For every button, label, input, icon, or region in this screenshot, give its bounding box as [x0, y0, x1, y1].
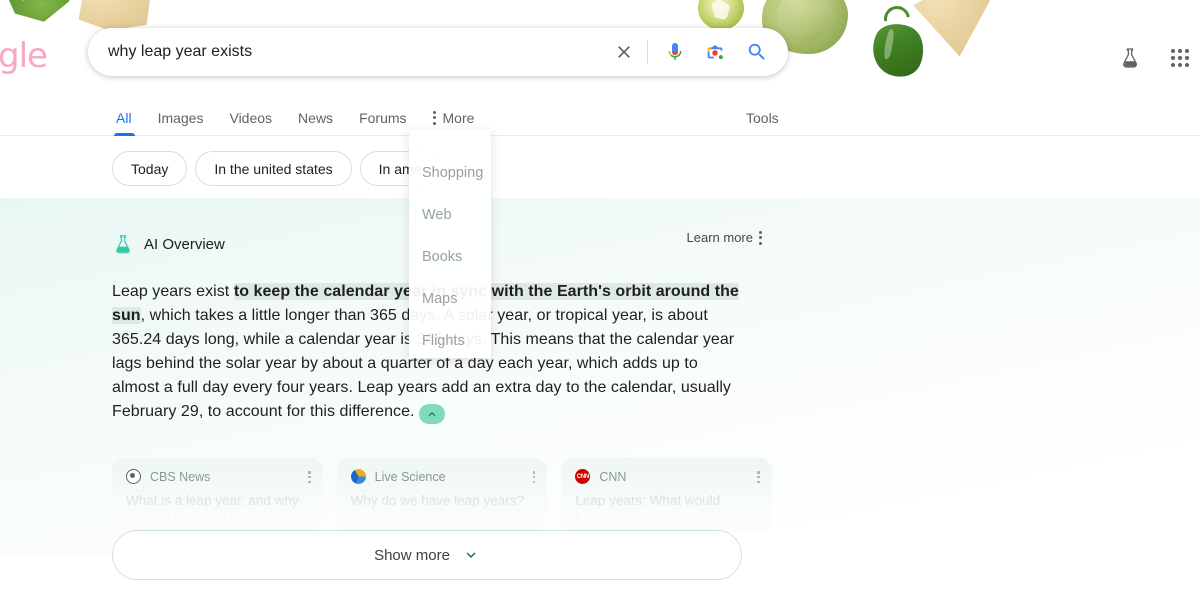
tab-videos-label: Videos — [229, 110, 272, 126]
tab-news[interactable]: News — [285, 99, 346, 136]
search-submit-icon[interactable] — [740, 35, 774, 69]
tools-button[interactable]: Tools — [738, 99, 787, 136]
search-nav-bar: All Images Videos News Forums More Tools — [0, 99, 1200, 136]
source-card-kebab-icon[interactable] — [757, 471, 760, 483]
menu-item-maps[interactable]: Maps — [409, 278, 491, 320]
filter-chip-united-states[interactable]: In the united states — [195, 151, 351, 186]
green-chili-icon — [866, 6, 928, 76]
clear-search-icon[interactable] — [607, 35, 641, 69]
ai-overview-actions: Learn more — [687, 230, 762, 245]
menu-item-label: Shopping — [422, 165, 483, 181]
source-card-header: CBS News — [126, 469, 309, 484]
source-card-name: CNN — [599, 470, 626, 484]
search-input[interactable] — [88, 30, 607, 74]
tab-forums-label: Forums — [359, 110, 406, 126]
tortilla-chip-icon — [900, 0, 994, 60]
tools-label: Tools — [746, 110, 779, 126]
collapse-ai-overview-button[interactable] — [419, 404, 445, 424]
menu-item-label: Web — [422, 207, 452, 223]
search-divider — [647, 40, 648, 64]
tab-news-label: News — [298, 110, 333, 126]
live-science-favicon-icon — [351, 469, 366, 484]
show-more-label: Show more — [374, 547, 450, 564]
filter-chip-label: In the united states — [214, 161, 332, 177]
chili-body — [864, 16, 932, 84]
menu-item-web[interactable]: Web — [409, 194, 491, 236]
source-card-header: CNN CNN — [575, 469, 758, 484]
apps-grid-dots — [1171, 49, 1189, 67]
tab-all-label: All — [116, 110, 132, 126]
google-lens-icon[interactable] — [698, 35, 732, 69]
menu-item-label: Books — [422, 249, 462, 265]
ai-text-segment-1: Leap years exist — [112, 283, 234, 300]
filter-chip-today[interactable]: Today — [112, 151, 187, 186]
tab-images[interactable]: Images — [145, 99, 217, 136]
source-card[interactable]: Live Science Why do we have leap years? … — [337, 458, 548, 532]
source-card[interactable]: CNN CNN Leap years: What would happen if… — [561, 458, 772, 532]
chevron-up-icon — [426, 408, 438, 420]
cnn-favicon-icon: CNN — [575, 469, 590, 484]
search-labs-icon[interactable] — [1110, 38, 1150, 78]
cbs-news-favicon-icon — [126, 469, 141, 484]
ai-overview-kebab-icon[interactable] — [759, 231, 762, 245]
learn-more-link[interactable]: Learn more — [687, 230, 753, 245]
tab-all[interactable]: All — [112, 99, 145, 136]
menu-item-label: Maps — [422, 291, 457, 307]
search-bar — [88, 28, 788, 76]
more-kebab-icon — [433, 111, 436, 125]
source-card-name: Live Science — [375, 470, 446, 484]
header-actions — [1110, 38, 1200, 78]
menu-item-flights[interactable]: Flights — [409, 320, 491, 362]
google-search-results-page: gle — [0, 0, 1200, 600]
source-card-title: Leap years: What would happen if we didn… — [575, 491, 758, 532]
filter-chip-label: Today — [131, 161, 168, 177]
source-card-name: CBS News — [150, 470, 210, 484]
voice-search-icon[interactable] — [658, 35, 692, 69]
menu-item-shopping[interactable]: Shopping — [409, 152, 491, 194]
ai-source-card-row: CBS News What is a leap year, and why do… — [112, 458, 772, 532]
source-card-kebab-icon[interactable] — [533, 471, 536, 483]
chili-stem — [879, 1, 915, 37]
more-dropdown-menu: Shopping Web Books Maps Flights — [409, 130, 491, 358]
google-apps-icon[interactable] — [1160, 38, 1200, 78]
cilantro-leaf-icon — [5, 0, 76, 26]
chevron-down-icon — [462, 546, 480, 564]
google-logo[interactable]: gle — [0, 36, 47, 76]
menu-item-books[interactable]: Books — [409, 236, 491, 278]
tab-videos[interactable]: Videos — [216, 99, 285, 136]
source-card-title: Why do we have leap years? And how did t… — [351, 491, 534, 532]
source-card-title: What is a leap year, and why do they hap… — [126, 491, 309, 532]
show-more-button[interactable]: Show more — [112, 530, 742, 580]
source-card-kebab-icon[interactable] — [308, 471, 311, 483]
tab-images-label: Images — [158, 110, 204, 126]
source-card-header: Live Science — [351, 469, 534, 484]
source-card[interactable]: CBS News What is a leap year, and why do… — [112, 458, 323, 532]
filter-chip-row: Today In the united states In ame — [112, 151, 440, 186]
ai-flask-icon — [112, 233, 134, 255]
jalapeno-slice-icon — [698, 0, 744, 30]
ai-overview-title: AI Overview — [144, 236, 225, 253]
menu-item-label: Flights — [422, 333, 465, 349]
logo-text: gle — [0, 36, 47, 76]
tab-more-label: More — [443, 110, 475, 126]
